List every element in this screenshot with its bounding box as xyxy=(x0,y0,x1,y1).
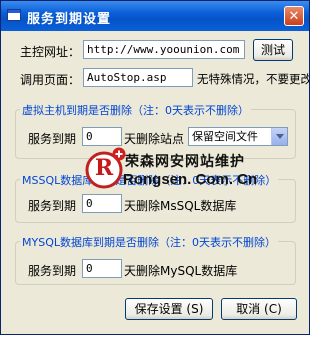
page-input[interactable]: AutoStop.asp xyxy=(83,68,193,87)
vhost-mode-value: 保留空间文件 xyxy=(192,130,258,143)
mysql-label: 服务到期 xyxy=(28,264,77,278)
mssql-label: 服务到期 xyxy=(28,199,77,213)
server-url-input[interactable]: http://www.yoounion.com xyxy=(83,40,245,59)
server-url-label: 主控网址： xyxy=(20,45,81,59)
group-mysql-legend: MYSQL数据库到期是否删除（注：0天表示不删除） xyxy=(20,234,278,250)
chevron-down-icon[interactable] xyxy=(271,128,287,145)
test-button[interactable]: 测试 xyxy=(253,39,293,61)
vhost-days-input[interactable]: 0 xyxy=(82,127,122,146)
window-title: 服务到期设置 xyxy=(27,12,112,27)
save-button[interactable]: 保存设置 (S) xyxy=(125,298,213,320)
mysql-days-input[interactable]: 0 xyxy=(82,259,122,278)
mssql-days-input[interactable]: 0 xyxy=(82,194,122,213)
close-button[interactable]: ✕ xyxy=(284,6,304,26)
watermark-logo-letter: R xyxy=(94,155,114,181)
mssql-suffix: 天删除MsSQL数据库 xyxy=(124,199,237,213)
title-bar: 服务到期设置 ✕ xyxy=(1,1,309,31)
cancel-button[interactable]: 取消 (C) xyxy=(221,298,297,320)
window-icon xyxy=(7,9,21,21)
group-mysql: MYSQL数据库到期是否删除（注：0天表示不删除） 服务到期 0 天删除MySQ… xyxy=(15,234,296,285)
vhost-mode-select[interactable]: 保留空间文件 xyxy=(188,127,288,146)
vhost-suffix: 天删除站点 xyxy=(124,132,185,146)
mysql-suffix: 天删除MySQL数据库 xyxy=(124,264,238,278)
page-hint: 无特殊情况，不要更改。 xyxy=(197,72,309,86)
vhost-label: 服务到期 xyxy=(28,132,77,146)
watermark-cn: 荣森网安网站维护 xyxy=(125,154,245,170)
group-vhost-legend: 虚拟主机到期是否删除（注：0天表示不删除） xyxy=(20,102,251,118)
page-label: 调用页面： xyxy=(20,73,81,87)
watermark-en: Rongsen. Com. Cn xyxy=(123,171,258,188)
settings-dialog: 服务到期设置 ✕ 主控网址： http://www.yoounion.com 测… xyxy=(0,0,310,335)
watermark-logo: R xyxy=(85,146,127,190)
